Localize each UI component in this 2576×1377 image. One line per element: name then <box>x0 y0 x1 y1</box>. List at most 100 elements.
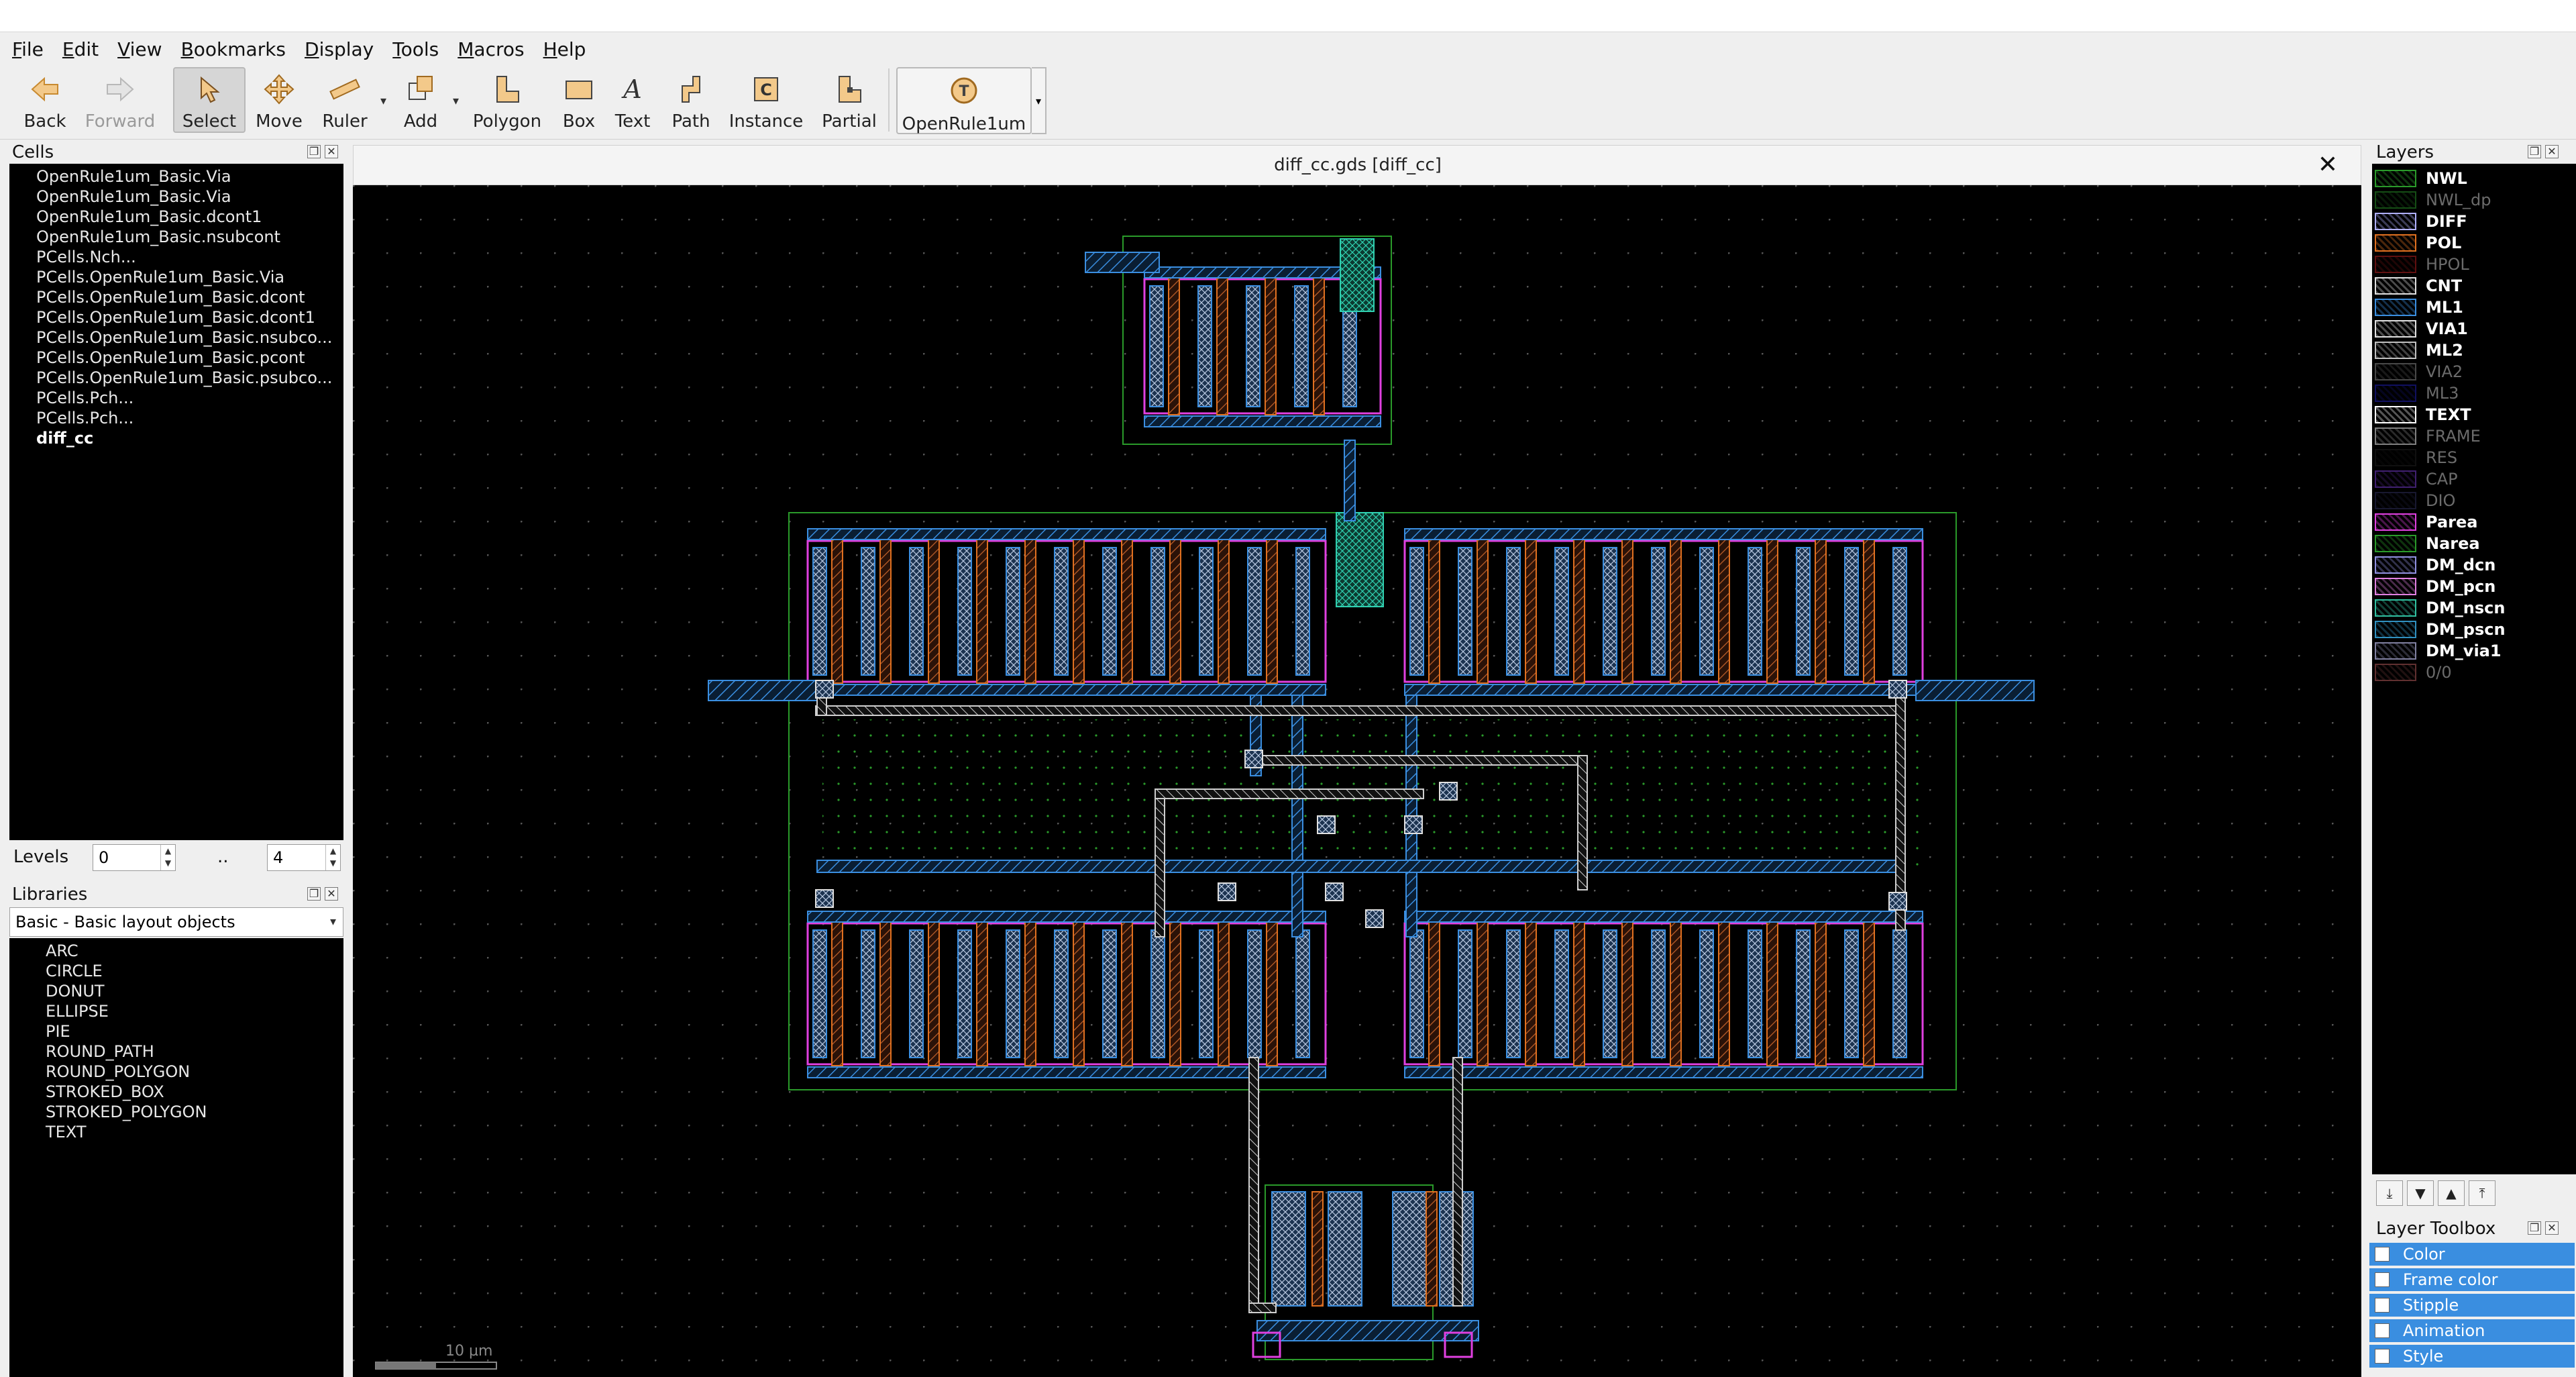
box-tool-button[interactable]: Box <box>554 67 604 133</box>
layout-canvas[interactable]: 10 µm <box>353 185 2361 1377</box>
layer-row[interactable]: 0/0 <box>2372 662 2576 683</box>
library-item[interactable]: ROUND_PATH <box>9 1041 343 1062</box>
library-select[interactable]: Basic - Basic layout objects ▾ <box>9 907 343 937</box>
layout-drawing[interactable]: 10 µm <box>353 185 2361 1377</box>
layer-row[interactable]: TEXT <box>2372 404 2576 425</box>
cell-item[interactable]: PCells.OpenRule1um_Basic.dcont <box>9 287 343 307</box>
toolbox-color[interactable]: Color <box>2369 1243 2575 1266</box>
menu-help[interactable]: Help <box>543 38 586 60</box>
checkbox[interactable] <box>2375 1247 2390 1262</box>
layer-row[interactable]: POL <box>2372 232 2576 254</box>
cell-item[interactable]: OpenRule1um_Basic.dcont1 <box>9 207 343 227</box>
layer-row[interactable]: HPOL <box>2372 254 2576 275</box>
ruler-tool-button[interactable]: Ruler ▾ <box>317 67 386 133</box>
menu-view[interactable]: View <box>117 38 162 60</box>
technology-dropdown-icon[interactable]: ▾ <box>1032 67 1046 134</box>
library-item[interactable]: TEXT <box>9 1122 343 1142</box>
spin-arrows-icon[interactable]: ▲ ▼ <box>160 845 175 870</box>
layer-row[interactable]: NWL <box>2372 168 2576 189</box>
move-layer-up-icon[interactable]: ▲ <box>2438 1180 2465 1206</box>
cell-item[interactable]: PCells.Nch... <box>9 247 343 267</box>
layer-row[interactable]: DM_via1 <box>2372 640 2576 662</box>
checkbox[interactable] <box>2375 1349 2390 1364</box>
library-item[interactable]: STROKED_BOX <box>9 1082 343 1102</box>
menu-edit[interactable]: Edit <box>62 38 99 60</box>
layer-row[interactable]: NWL_dp <box>2372 189 2576 211</box>
partial-tool-button[interactable]: Partial <box>817 67 881 133</box>
cell-item[interactable]: OpenRule1um_Basic.Via <box>9 187 343 207</box>
checkbox[interactable] <box>2375 1298 2390 1313</box>
close-icon[interactable]: ✕ <box>2318 151 2338 178</box>
cell-item[interactable]: PCells.Pch... <box>9 388 343 408</box>
add-tool-button[interactable]: Add ▾ <box>392 67 459 133</box>
layer-row[interactable]: DIFF <box>2372 211 2576 232</box>
library-item[interactable]: DONUT <box>9 981 343 1001</box>
close-panel-icon[interactable]: ✕ <box>325 145 338 158</box>
toolbox-frame-color[interactable]: Frame color <box>2369 1268 2575 1291</box>
layer-row[interactable]: CNT <box>2372 275 2576 297</box>
layer-row[interactable]: DM_pscn <box>2372 619 2576 640</box>
spin-arrows-icon[interactable]: ▲ ▼ <box>325 845 340 870</box>
path-tool-button[interactable]: Path <box>664 67 718 133</box>
checkbox[interactable] <box>2375 1272 2390 1287</box>
select-tool-button[interactable]: Select <box>173 67 246 133</box>
layer-row[interactable]: Narea <box>2372 533 2576 554</box>
layer-row[interactable]: VIA2 <box>2372 361 2576 382</box>
cell-item[interactable]: OpenRule1um_Basic.nsubcont <box>9 227 343 247</box>
toolbox-stipple[interactable]: Stipple <box>2369 1294 2575 1317</box>
toolbox-style[interactable]: Style <box>2369 1345 2575 1368</box>
toolbox-animation[interactable]: Animation <box>2369 1319 2575 1342</box>
menu-tools[interactable]: Tools <box>392 38 439 60</box>
move-layer-down-icon[interactable]: ▼ <box>2407 1180 2434 1206</box>
technology-selector-button[interactable]: T OpenRule1um <box>896 67 1032 134</box>
layer-row[interactable]: VIA1 <box>2372 318 2576 340</box>
layer-row[interactable]: ML1 <box>2372 297 2576 318</box>
library-item[interactable]: STROKED_POLYGON <box>9 1102 343 1122</box>
float-panel-icon[interactable]: ❐ <box>307 887 321 901</box>
library-item[interactable]: CIRCLE <box>9 961 343 981</box>
layer-row[interactable]: DM_dcn <box>2372 554 2576 576</box>
layer-row[interactable]: DIO <box>2372 490 2576 511</box>
menu-bookmarks[interactable]: Bookmarks <box>181 38 286 60</box>
library-item[interactable]: PIE <box>9 1021 343 1041</box>
ruler-dropdown-icon[interactable]: ▾ <box>380 94 386 108</box>
float-panel-icon[interactable]: ❐ <box>2528 145 2541 158</box>
cell-item[interactable]: PCells.OpenRule1um_Basic.dcont1 <box>9 307 343 327</box>
move-tool-button[interactable]: Move <box>252 67 306 133</box>
layer-row[interactable]: ML2 <box>2372 340 2576 361</box>
menu-display[interactable]: Display <box>305 38 374 60</box>
menu-file[interactable]: File <box>12 38 44 60</box>
cell-item[interactable]: OpenRule1um_Basic.Via <box>9 166 343 187</box>
cell-item[interactable]: PCells.OpenRule1um_Basic.psubco... <box>9 368 343 388</box>
close-panel-icon[interactable]: ✕ <box>325 887 338 901</box>
layer-row[interactable]: ML3 <box>2372 382 2576 404</box>
polygon-tool-button[interactable]: Polygon <box>470 67 545 133</box>
layer-row[interactable]: FRAME <box>2372 425 2576 447</box>
levels-from-spinbox[interactable]: 0 ▲ ▼ <box>93 844 176 871</box>
float-panel-icon[interactable]: ❐ <box>2528 1221 2541 1235</box>
layer-row[interactable]: DM_nscn <box>2372 597 2576 619</box>
menu-macros[interactable]: Macros <box>458 38 524 60</box>
layer-row[interactable]: CAP <box>2372 468 2576 490</box>
move-layer-bottom-icon[interactable]: ⤓ <box>2376 1180 2403 1206</box>
cell-item[interactable]: PCells.Pch... <box>9 408 343 428</box>
levels-to-spinbox[interactable]: 4 ▲ ▼ <box>267 844 341 871</box>
layer-row[interactable]: RES <box>2372 447 2576 468</box>
forward-button[interactable]: Forward <box>83 67 157 133</box>
layer-row[interactable]: DM_pcn <box>2372 576 2576 597</box>
text-tool-button[interactable]: A Text <box>608 67 657 133</box>
add-dropdown-icon[interactable]: ▾ <box>453 94 459 108</box>
instance-tool-button[interactable]: C Instance <box>729 67 803 133</box>
cell-item[interactable]: PCells.OpenRule1um_Basic.Via <box>9 267 343 287</box>
float-panel-icon[interactable]: ❐ <box>307 145 321 158</box>
library-item[interactable]: ELLIPSE <box>9 1001 343 1021</box>
library-item[interactable]: ROUND_POLYGON <box>9 1062 343 1082</box>
cell-item-top[interactable]: diff_cc <box>9 428 343 448</box>
back-button[interactable]: Back <box>16 67 74 133</box>
checkbox[interactable] <box>2375 1323 2390 1338</box>
cell-item[interactable]: PCells.OpenRule1um_Basic.pcont <box>9 348 343 368</box>
move-layer-top-icon[interactable]: ⤒ <box>2469 1180 2496 1206</box>
layer-row[interactable]: Parea <box>2372 511 2576 533</box>
library-item[interactable]: ARC <box>9 941 343 961</box>
close-panel-icon[interactable]: ✕ <box>2545 1221 2559 1235</box>
